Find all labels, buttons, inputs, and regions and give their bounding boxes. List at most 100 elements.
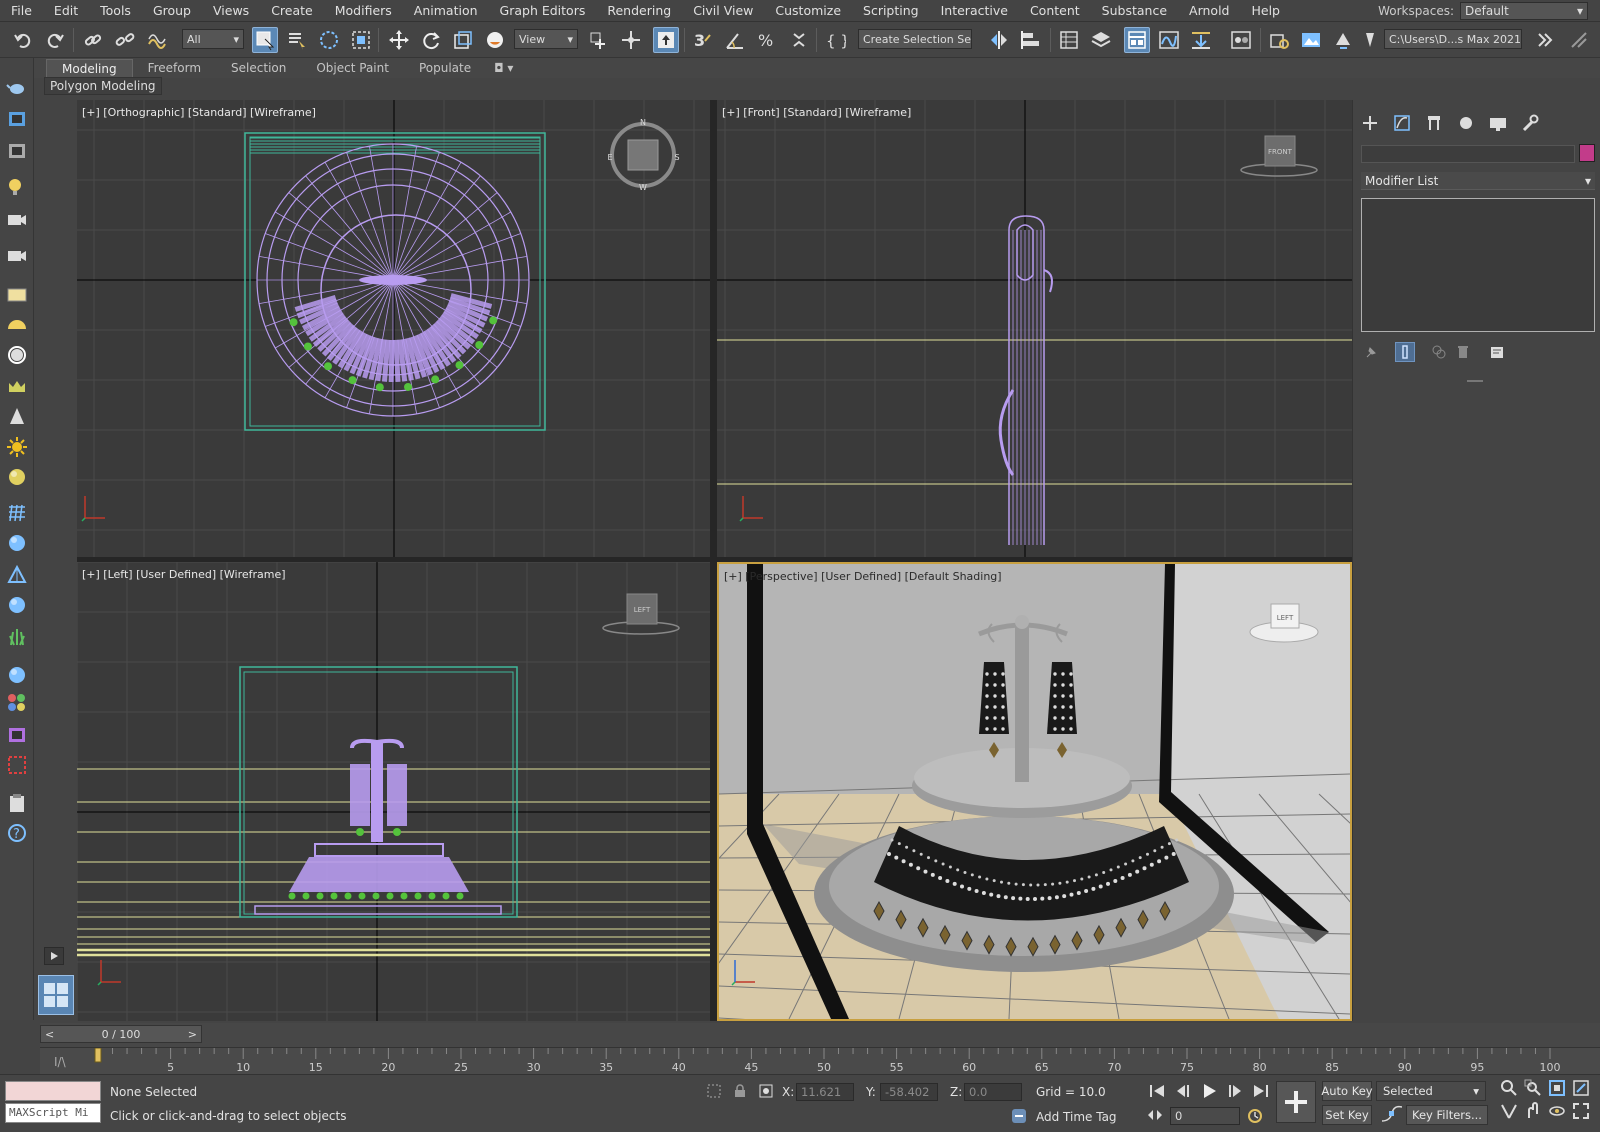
- default-in-out-tangents-icon[interactable]: [1380, 1105, 1403, 1128]
- place-icon[interactable]: [482, 27, 508, 53]
- isolate-selection-icon[interactable]: [706, 1083, 722, 1102]
- render-region-icon[interactable]: [4, 752, 30, 778]
- light-bulb-icon[interactable]: [4, 174, 30, 200]
- polygon-modeling-panel[interactable]: Polygon Modeling: [44, 77, 162, 95]
- menu-tools[interactable]: Tools: [89, 3, 142, 18]
- go-to-end-icon[interactable]: [1252, 1083, 1270, 1102]
- render-setup-icon[interactable]: [1266, 27, 1292, 53]
- bind-space-warp-icon[interactable]: [144, 27, 170, 53]
- time-slider-next[interactable]: >: [184, 1028, 201, 1041]
- menu-file[interactable]: File: [0, 3, 43, 18]
- link-icon[interactable]: [80, 27, 106, 53]
- panel-resize-handle[interactable]: [1467, 380, 1483, 382]
- key-mode-dropdown[interactable]: Selected ▾: [1376, 1081, 1486, 1101]
- menu-edit[interactable]: Edit: [43, 3, 89, 18]
- pan-view-icon[interactable]: [1524, 1102, 1546, 1123]
- toolbar-overflow-icon[interactable]: [1532, 27, 1558, 53]
- menu-help[interactable]: Help: [1240, 3, 1291, 18]
- shader-ball-icon[interactable]: [4, 530, 30, 556]
- menu-group[interactable]: Group: [142, 3, 202, 18]
- reference-coord-dropdown[interactable]: View ▾: [514, 29, 578, 49]
- spinner-snap-icon[interactable]: [786, 27, 812, 53]
- gear-icon[interactable]: [4, 592, 30, 618]
- sun-icon[interactable]: [4, 434, 30, 460]
- clipboard-icon[interactable]: [4, 790, 30, 816]
- snaps-toggle-icon[interactable]: 3: [690, 27, 716, 53]
- menu-customize[interactable]: Customize: [764, 3, 852, 18]
- layer-explorer-icon[interactable]: [1088, 27, 1114, 53]
- add-time-tag[interactable]: Add Time Tag: [1036, 1110, 1117, 1124]
- schematic-view-icon[interactable]: [1188, 27, 1214, 53]
- select-object-icon[interactable]: [252, 27, 278, 53]
- maxscript-listener-output[interactable]: [5, 1081, 101, 1101]
- menu-substance[interactable]: Substance: [1091, 3, 1178, 18]
- undo-icon[interactable]: [10, 27, 36, 53]
- menu-views[interactable]: Views: [202, 3, 260, 18]
- sphere-white-icon[interactable]: [4, 342, 30, 368]
- material-ball-icon[interactable]: [4, 662, 30, 688]
- toggle-ribbon-icon[interactable]: [1124, 27, 1150, 53]
- viewport-layout-icon[interactable]: [38, 975, 74, 1015]
- key-filters-button[interactable]: Key Filters...: [1406, 1105, 1488, 1125]
- percent-snap-icon[interactable]: %: [754, 27, 780, 53]
- menu-content[interactable]: Content: [1019, 3, 1091, 18]
- render-dropdown-icon[interactable]: [1356, 27, 1382, 53]
- render-ball-icon[interactable]: [4, 722, 30, 748]
- utilities-panel-icon[interactable]: [1519, 112, 1541, 134]
- tab-freeform[interactable]: Freeform: [133, 59, 216, 78]
- redo-icon[interactable]: [42, 27, 68, 53]
- camera-group-icon[interactable]: [4, 206, 30, 232]
- remove-modifier-icon[interactable]: [1453, 342, 1473, 362]
- ribbon-options-icon[interactable]: ◘ ▾: [486, 59, 521, 78]
- time-slider[interactable]: < 0 / 100 >: [40, 1025, 202, 1043]
- viewport-left[interactable]: LEFT [+] [Left] [User Defined] [Wirefram…: [77, 562, 710, 1021]
- make-unique-icon[interactable]: [1429, 342, 1449, 362]
- select-manipulate-icon[interactable]: [618, 27, 644, 53]
- rotate-icon[interactable]: [418, 27, 444, 53]
- selection-region-icon[interactable]: [316, 27, 342, 53]
- track-bar[interactable]: 5 10 15 20 25 30 35 40 45 50 55 60 65 70 75 80 85 90 95 100: [40, 1047, 1600, 1074]
- project-path-dropdown[interactable]: C:\Users\D...s Max 2021▾: [1384, 29, 1522, 49]
- maxscript-mini-listener[interactable]: MAXScript Mi: [5, 1103, 101, 1123]
- menu-interactive[interactable]: Interactive: [930, 3, 1019, 18]
- crown-icon[interactable]: [4, 374, 30, 400]
- motion-panel-icon[interactable]: [1455, 112, 1477, 134]
- menu-arnold[interactable]: Arnold: [1178, 3, 1240, 18]
- set-key-large-button[interactable]: [1276, 1081, 1316, 1123]
- zoom-icon[interactable]: [1500, 1079, 1522, 1100]
- align-icon[interactable]: [1018, 27, 1044, 53]
- map-icon[interactable]: [4, 106, 30, 132]
- menu-modifiers[interactable]: Modifiers: [324, 3, 403, 18]
- plane-icon[interactable]: [4, 282, 30, 308]
- zoom-extents-all-icon[interactable]: [1572, 1079, 1594, 1100]
- y-coord-field[interactable]: -58.402: [880, 1083, 938, 1101]
- object-name-field[interactable]: [1361, 145, 1575, 163]
- mesh-icon[interactable]: [4, 562, 30, 588]
- viewport-perspective[interactable]: LEFT [+] [Perspective] [User Defined] [D…: [717, 562, 1352, 1021]
- viewport-label-orthographic[interactable]: [+] [Orthographic] [Standard] [Wireframe…: [82, 106, 316, 119]
- zoom-extents-icon[interactable]: [1548, 1079, 1570, 1100]
- show-end-result-icon[interactable]: [1395, 342, 1415, 362]
- material-editor-icon[interactable]: [1228, 27, 1254, 53]
- next-frame-icon[interactable]: [1226, 1083, 1244, 1102]
- unlink-icon[interactable]: [112, 27, 138, 53]
- mirror-icon[interactable]: [986, 27, 1012, 53]
- grass-icon[interactable]: [4, 624, 30, 650]
- menu-graph-editors[interactable]: Graph Editors: [489, 3, 597, 18]
- selection-filter-dropdown[interactable]: All ▾: [182, 29, 244, 49]
- tab-selection[interactable]: Selection: [216, 59, 301, 78]
- go-to-start-icon[interactable]: [1148, 1083, 1166, 1102]
- move-icon[interactable]: [386, 27, 412, 53]
- help-icon[interactable]: ?: [4, 820, 30, 846]
- angle-snap-icon[interactable]: [722, 27, 748, 53]
- menu-scripting[interactable]: Scripting: [852, 3, 930, 18]
- window-crossing-icon[interactable]: [348, 27, 374, 53]
- time-slider-prev[interactable]: <: [41, 1028, 58, 1041]
- viewport-label-perspective[interactable]: [+] [Perspective] [User Defined] [Defaul…: [724, 570, 1002, 583]
- orb-icon[interactable]: [4, 464, 30, 490]
- select-by-name-icon[interactable]: [284, 27, 310, 53]
- pivot-center-icon[interactable]: [586, 27, 612, 53]
- create-geometry-icon[interactable]: [4, 74, 30, 100]
- configure-modifier-sets-icon[interactable]: [1487, 342, 1507, 362]
- absolute-mode-transform-icon[interactable]: [758, 1083, 774, 1102]
